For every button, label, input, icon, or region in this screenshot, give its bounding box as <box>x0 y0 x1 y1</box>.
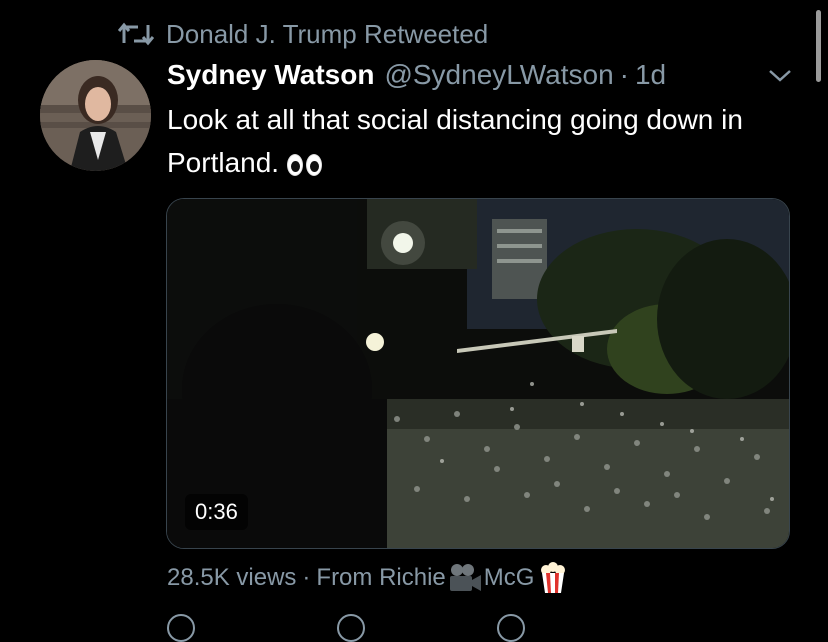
tweet-header: Sydney Watson @SydneyLWatson · 1d <box>167 56 788 94</box>
source-suffix[interactable]: McG <box>484 564 535 592</box>
video-thumbnail <box>167 199 789 548</box>
view-count: 28.5K views <box>167 564 297 591</box>
video-duration: 0:36 <box>185 494 248 530</box>
tweet-actions <box>167 614 687 642</box>
author-handle[interactable]: @SydneyLWatson <box>384 59 613 91</box>
tweet-body: Look at all that social distancing going… <box>167 104 743 178</box>
retweet-icon <box>118 22 154 46</box>
like-icon[interactable] <box>497 614 525 642</box>
movie-camera-emoji <box>449 564 481 591</box>
retweet-action-icon[interactable] <box>337 614 365 642</box>
reply-icon[interactable] <box>167 614 195 642</box>
media-footer: 28.5K views · From Richie McG <box>167 558 568 598</box>
header-separator: · <box>619 59 629 90</box>
avatar[interactable] <box>40 60 151 171</box>
retweet-context[interactable]: Donald J. Trump Retweeted <box>118 18 488 50</box>
scrollbar[interactable] <box>816 10 821 82</box>
eyes-emoji <box>287 154 323 176</box>
tweet-text: Look at all that social distancing going… <box>167 98 767 184</box>
source-prefix[interactable]: From Richie <box>316 564 445 592</box>
footer-separator: · <box>302 564 311 591</box>
popcorn-emoji <box>541 562 566 593</box>
chevron-down-icon[interactable] <box>766 64 794 86</box>
author-name[interactable]: Sydney Watson <box>167 59 374 91</box>
tweet-age[interactable]: 1d <box>635 59 666 91</box>
video-player[interactable]: 0:36 <box>166 198 790 549</box>
retweet-label: Donald J. Trump Retweeted <box>166 18 489 49</box>
